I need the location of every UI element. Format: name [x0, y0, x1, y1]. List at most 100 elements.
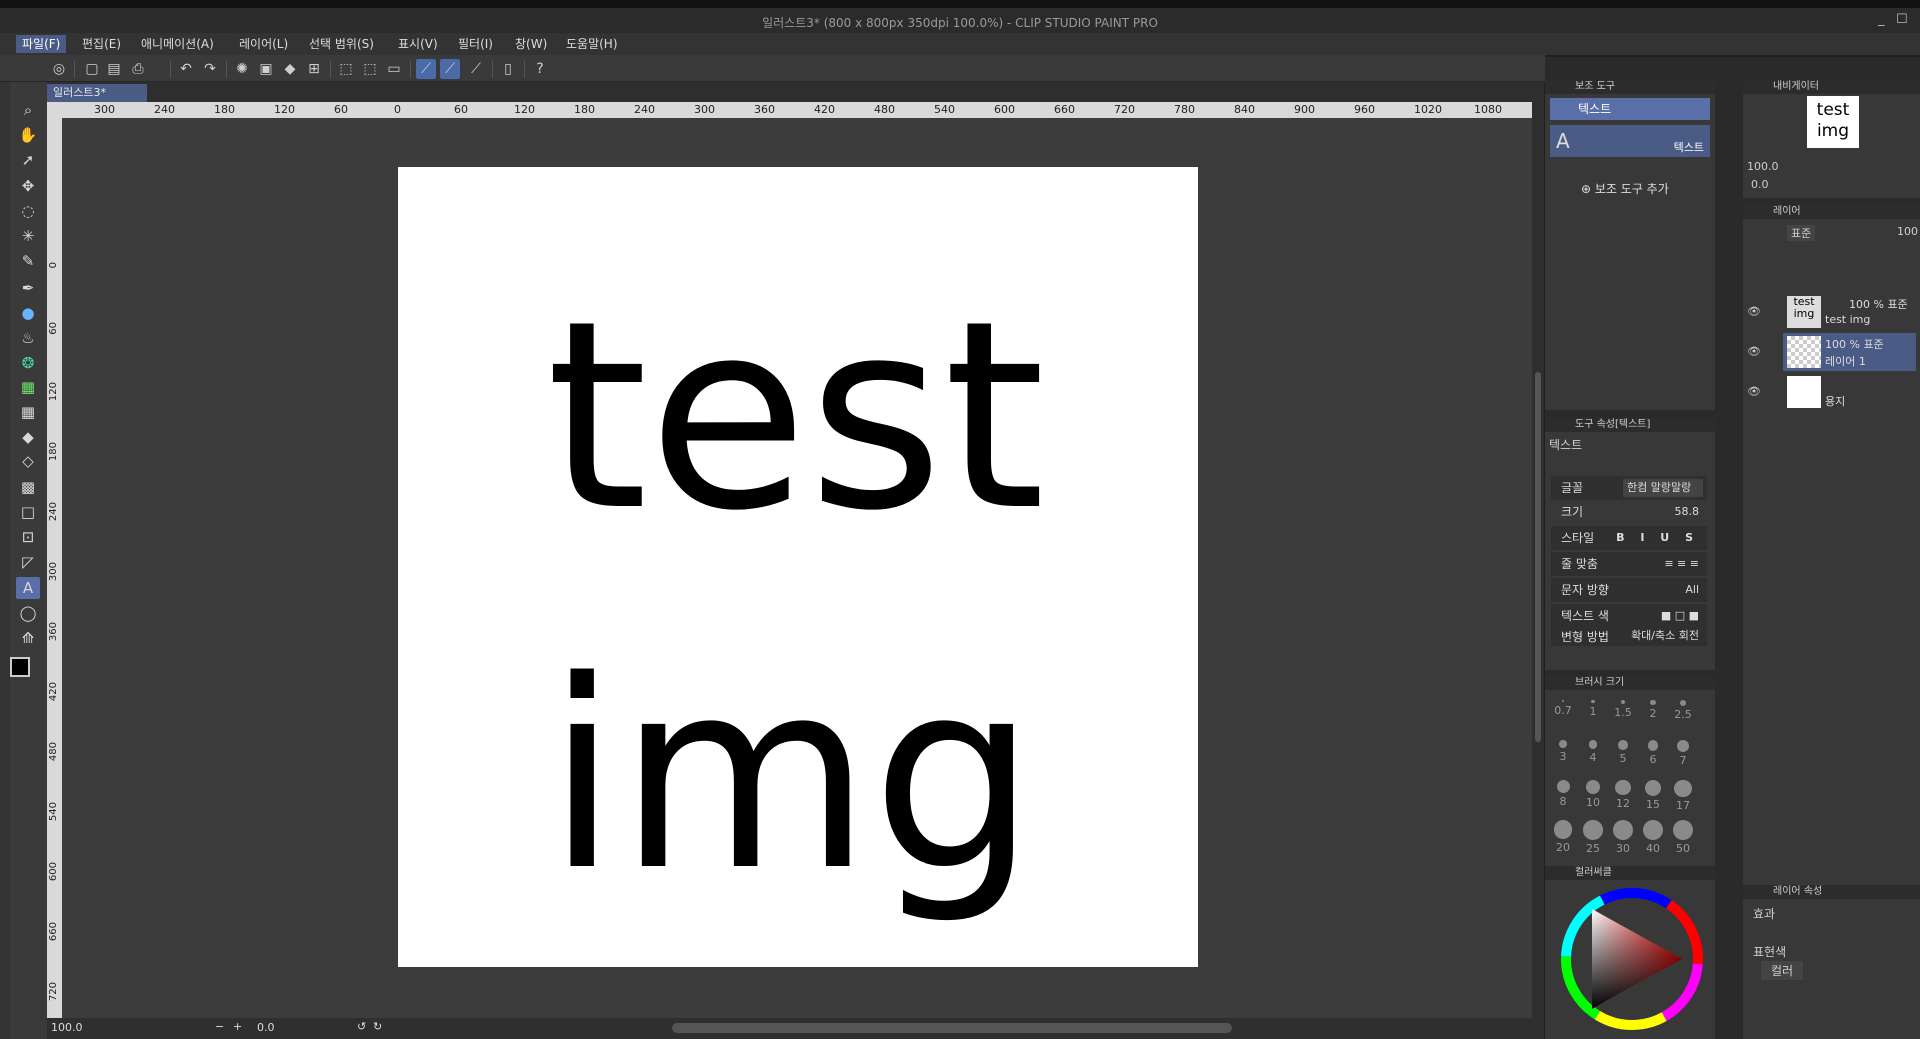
open-file-icon[interactable]: ▤: [104, 59, 124, 79]
visibility-eye-icon[interactable]: 👁: [1747, 305, 1761, 318]
deselect-icon[interactable]: ⬚: [360, 59, 380, 79]
menu-filter[interactable]: 필터(I): [452, 35, 499, 53]
menu-file[interactable]: 파일(F): [16, 35, 67, 53]
brush-size-option[interactable]: 6: [1639, 740, 1667, 766]
navigator-rotation[interactable]: 0.0: [1751, 178, 1769, 191]
color-wheel[interactable]: [1557, 884, 1707, 1034]
navigator-zoom[interactable]: 100.0: [1747, 160, 1779, 173]
brush-size-option[interactable]: 5: [1609, 740, 1637, 765]
menu-window[interactable]: 창(W): [509, 35, 553, 53]
auto-select-tool-icon[interactable]: ✳: [16, 225, 40, 247]
horizontal-scrollbar[interactable]: [672, 1023, 1232, 1033]
brush-size-option[interactable]: 25: [1579, 820, 1607, 855]
snap-grid-icon[interactable]: ⟋: [466, 59, 486, 79]
new-file-icon[interactable]: ▢: [82, 59, 102, 79]
brush-size-option[interactable]: 0.7: [1549, 700, 1577, 717]
transform-select[interactable]: 확대/축소 회전: [1627, 628, 1703, 644]
brush-size-option[interactable]: 50: [1669, 820, 1697, 855]
selection-tool-icon[interactable]: ◌: [16, 200, 40, 222]
airbrush-tool-icon[interactable]: ❂: [16, 352, 40, 374]
expression-color-select[interactable]: 컬러: [1761, 961, 1804, 980]
clear-icon[interactable]: ✺: [232, 59, 252, 79]
brush-tool-icon[interactable]: ♨: [16, 327, 40, 349]
brush-size-option[interactable]: 12: [1609, 780, 1637, 810]
eraser-tool-icon[interactable]: ◇: [16, 450, 40, 472]
layer-row-text[interactable]: 👁 test img 100 % 표준 test img: [1747, 293, 1916, 331]
document-tab[interactable]: 일러스트3*: [47, 84, 147, 102]
visibility-eye-icon[interactable]: 👁: [1747, 345, 1761, 358]
subtool-text-group[interactable]: 텍스트: [1550, 98, 1710, 120]
zoom-value[interactable]: 100.0: [51, 1021, 83, 1034]
brush-size-option[interactable]: 17: [1669, 780, 1697, 812]
snap-special-ruler-icon[interactable]: ⟋: [440, 59, 460, 79]
size-value[interactable]: 58.8: [1671, 503, 1704, 521]
brush-size-option[interactable]: 15: [1639, 780, 1667, 811]
brush-size-option[interactable]: 1: [1579, 700, 1607, 718]
zoom-tool-icon[interactable]: ⌕: [16, 99, 40, 121]
brush-size-option[interactable]: 2.5: [1669, 700, 1697, 721]
brush-size-option[interactable]: 2: [1639, 700, 1667, 720]
style-buttons[interactable]: B I U S: [1612, 529, 1703, 547]
snap-ruler-icon[interactable]: ⟋: [416, 59, 436, 79]
pen-tool-icon[interactable]: ✒: [16, 277, 40, 299]
zoom-in-icon[interactable]: +: [233, 1020, 242, 1033]
undo-icon[interactable]: ↶: [176, 59, 196, 79]
main-color-swatch[interactable]: [10, 657, 30, 677]
correction-tool-icon[interactable]: ⟰: [16, 627, 40, 649]
help-icon[interactable]: ?: [530, 59, 550, 79]
menu-layer[interactable]: 레이어(L): [233, 35, 294, 53]
ruler-tool-icon[interactable]: ◸: [16, 551, 40, 573]
eyedropper-tool-icon[interactable]: ✎: [16, 250, 40, 272]
layer-opacity[interactable]: 100: [1897, 225, 1918, 238]
menu-selection[interactable]: 선택 범위(S): [303, 35, 380, 53]
menu-view[interactable]: 표시(V): [392, 35, 444, 53]
menu-animation[interactable]: 애니메이션(A): [135, 35, 220, 53]
rotation-value[interactable]: 0.0: [257, 1021, 275, 1034]
move-tool-icon[interactable]: ✥: [16, 175, 40, 197]
operation-tool-icon[interactable]: ➚: [16, 149, 40, 171]
vertical-scrollbar[interactable]: [1532, 102, 1544, 1018]
redo-icon[interactable]: ↷: [200, 59, 220, 79]
layer-row-paper[interactable]: 👁 용지: [1747, 373, 1916, 411]
invert-selection-icon[interactable]: ▭: [384, 59, 404, 79]
select-all-icon[interactable]: ⬚: [336, 59, 356, 79]
align-buttons[interactable]: ≡ ≡ ≡: [1660, 555, 1703, 573]
figure-tool-icon[interactable]: □: [16, 501, 40, 523]
canvas-paper[interactable]: test img: [398, 167, 1198, 967]
text-color-swatches[interactable]: ■ □ ■: [1657, 607, 1703, 625]
font-select[interactable]: 한컴 말랑말랑: [1623, 479, 1703, 497]
canvas-text-line1[interactable]: test: [546, 287, 1045, 547]
frame-tool-icon[interactable]: ⊡: [16, 526, 40, 548]
decoration-tool-icon[interactable]: ▦: [16, 376, 40, 398]
hand-tool-icon[interactable]: ✋: [16, 124, 40, 146]
pencil-tool-icon[interactable]: ●: [16, 302, 40, 324]
brush-size-option[interactable]: 30: [1609, 820, 1637, 855]
zoom-out-icon[interactable]: −: [215, 1020, 224, 1033]
canvas-text-line2[interactable]: img: [546, 647, 1037, 907]
brush-size-option[interactable]: 3: [1549, 740, 1577, 763]
grid-tool-icon[interactable]: ▦: [16, 401, 40, 423]
brush-size-option[interactable]: 20: [1549, 820, 1577, 854]
brush-size-option[interactable]: 40: [1639, 820, 1667, 855]
transform-icon[interactable]: ⊞: [304, 59, 324, 79]
fill-tool-icon[interactable]: ◆: [16, 426, 40, 448]
fill-icon[interactable]: ◆: [280, 59, 300, 79]
brush-size-option[interactable]: 1.5: [1609, 700, 1637, 719]
minimize-button[interactable]: _: [1878, 12, 1885, 27]
gradient-tool-icon[interactable]: ▩: [16, 476, 40, 498]
navigator-preview[interactable]: test img: [1807, 96, 1859, 148]
text-tool-icon[interactable]: A: [16, 577, 40, 599]
tablet-icon[interactable]: ▯: [498, 59, 518, 79]
add-subtool-button[interactable]: ⊕ 보조 도구 추가: [1581, 180, 1669, 197]
save-icon[interactable]: ⎙: [128, 59, 148, 79]
blend-mode-select[interactable]: 표준: [1787, 225, 1816, 241]
visibility-eye-icon[interactable]: 👁: [1747, 385, 1761, 398]
brush-size-option[interactable]: 4: [1579, 740, 1607, 764]
subtool-text-item[interactable]: A 텍스트: [1550, 125, 1710, 157]
menu-help[interactable]: 도움말(H): [560, 35, 624, 53]
menu-edit[interactable]: 편집(E): [76, 35, 127, 53]
brush-size-option[interactable]: 10: [1579, 780, 1607, 809]
clear-outside-icon[interactable]: ▣: [256, 59, 276, 79]
balloon-tool-icon[interactable]: ◯: [16, 602, 40, 624]
rotate-left-icon[interactable]: ↺: [357, 1020, 366, 1033]
